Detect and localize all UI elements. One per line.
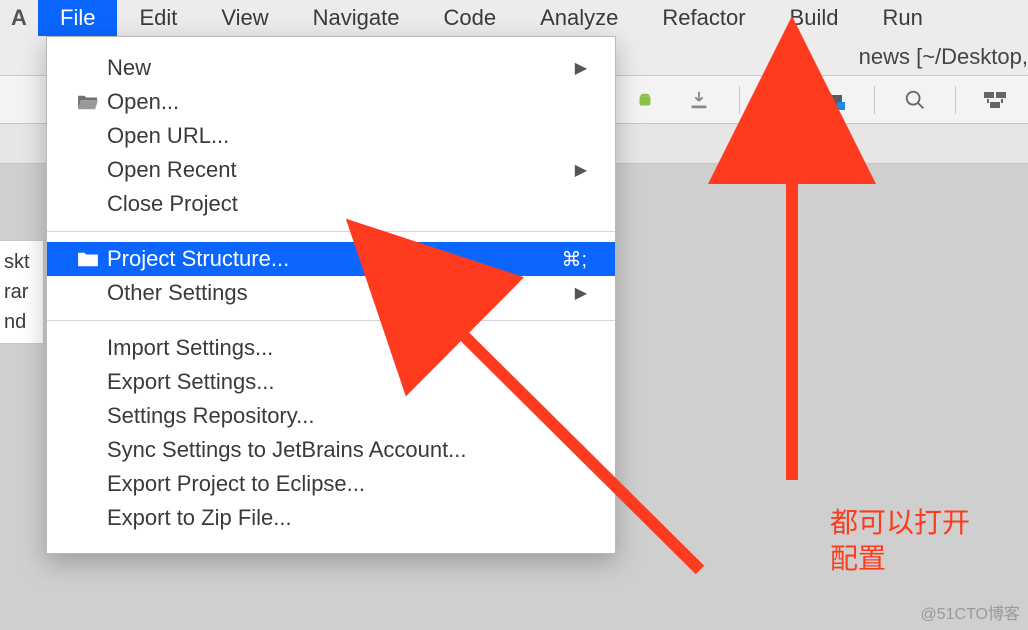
watermark: @51CTO博客 bbox=[920, 600, 1020, 624]
download-icon[interactable] bbox=[685, 86, 713, 114]
menu-item-label: Other Settings bbox=[107, 280, 575, 306]
menu-separator bbox=[47, 320, 615, 321]
chevron-right-icon: ▶ bbox=[575, 283, 587, 303]
menu-code[interactable]: Code bbox=[422, 0, 519, 36]
wrench-icon[interactable] bbox=[766, 86, 794, 114]
android-icon[interactable] bbox=[631, 86, 659, 114]
menu-item-label: Open URL... bbox=[107, 123, 587, 149]
menu-item-open[interactable]: Open... bbox=[47, 85, 615, 119]
menu-analyze[interactable]: Analyze bbox=[518, 0, 640, 36]
menu-separator bbox=[47, 231, 615, 232]
project-tree-fragment: skt rar nd bbox=[0, 240, 44, 344]
menu-item-project-structure[interactable]: Project Structure...⌘; bbox=[47, 242, 615, 276]
menu-item-open-url[interactable]: Open URL... bbox=[47, 119, 615, 153]
menu-item-label: New bbox=[107, 55, 575, 81]
menu-view[interactable]: View bbox=[199, 0, 290, 36]
menu-item-label: Sync Settings to JetBrains Account... bbox=[107, 437, 587, 463]
menu-item-export-project-to-eclipse[interactable]: Export Project to Eclipse... bbox=[47, 467, 615, 501]
file-menu-dropdown: New▶Open...Open URL...Open Recent▶Close … bbox=[46, 36, 616, 554]
menu-item-label: Export Settings... bbox=[107, 369, 587, 395]
menu-edit[interactable]: Edit bbox=[117, 0, 199, 36]
tree-text: nd bbox=[4, 307, 39, 337]
menu-shortcut: ⌘; bbox=[561, 247, 587, 272]
toolbar-separator bbox=[739, 86, 740, 114]
toolbar-separator bbox=[955, 86, 956, 114]
menu-item-close-project[interactable]: Close Project bbox=[47, 187, 615, 221]
menu-item-open-recent[interactable]: Open Recent▶ bbox=[47, 153, 615, 187]
folder-open-icon bbox=[77, 93, 107, 111]
folder-icon bbox=[77, 250, 107, 268]
menu-navigate[interactable]: Navigate bbox=[291, 0, 422, 36]
menu-item-settings-repository[interactable]: Settings Repository... bbox=[47, 399, 615, 433]
app-logo: A bbox=[0, 0, 38, 36]
project-structure-icon[interactable] bbox=[820, 86, 848, 114]
menu-file[interactable]: File bbox=[38, 0, 117, 36]
chevron-right-icon: ▶ bbox=[575, 58, 587, 78]
menu-bar: A FileEditViewNavigateCodeAnalyzeRefacto… bbox=[0, 0, 1028, 36]
menu-refactor[interactable]: Refactor bbox=[640, 0, 767, 36]
menu-item-label: Export Project to Eclipse... bbox=[107, 471, 587, 497]
menu-item-import-settings[interactable]: Import Settings... bbox=[47, 331, 615, 365]
annotation-line: 配置 bbox=[830, 541, 970, 577]
menu-item-label: Export to Zip File... bbox=[107, 505, 587, 531]
toolbar-separator bbox=[874, 86, 875, 114]
menu-item-label: Open... bbox=[107, 89, 587, 115]
menu-item-other-settings[interactable]: Other Settings▶ bbox=[47, 276, 615, 310]
menu-item-label: Project Structure... bbox=[107, 246, 561, 272]
menu-build[interactable]: Build bbox=[768, 0, 861, 36]
menu-item-sync-settings-to-jetbrains-account[interactable]: Sync Settings to JetBrains Account... bbox=[47, 433, 615, 467]
annotation-text: 都可以打开 配置 bbox=[830, 505, 970, 577]
menu-item-new[interactable]: New▶ bbox=[47, 51, 615, 85]
menu-item-export-settings[interactable]: Export Settings... bbox=[47, 365, 615, 399]
tree-text: skt bbox=[4, 247, 39, 277]
chevron-right-icon: ▶ bbox=[575, 160, 587, 180]
window-title: news [~/Desktop, bbox=[859, 44, 1028, 70]
menu-item-export-to-zip-file[interactable]: Export to Zip File... bbox=[47, 501, 615, 535]
menu-item-label: Open Recent bbox=[107, 157, 575, 183]
tree-text: rar bbox=[4, 277, 39, 307]
menu-item-label: Settings Repository... bbox=[107, 403, 587, 429]
search-icon[interactable] bbox=[901, 86, 929, 114]
layout-icon[interactable] bbox=[982, 86, 1010, 114]
menu-item-label: Close Project bbox=[107, 191, 587, 217]
menu-item-label: Import Settings... bbox=[107, 335, 587, 361]
annotation-line: 都可以打开 bbox=[830, 505, 970, 541]
menu-run[interactable]: Run bbox=[860, 0, 944, 36]
